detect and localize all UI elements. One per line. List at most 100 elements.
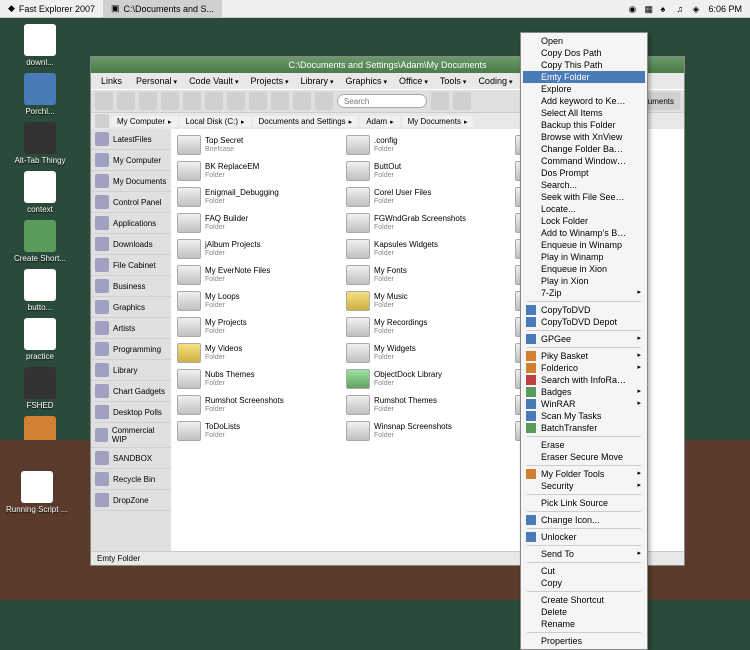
context-menu-item[interactable]: Add keyword to Keybreeze <box>523 95 645 107</box>
sidebar-item[interactable]: SANDBOX <box>91 448 171 469</box>
file-item[interactable]: My RecordingsFolder <box>344 315 511 339</box>
file-item[interactable]: My WidgetsFolder <box>344 341 511 365</box>
context-menu-item[interactable]: Cut <box>523 565 645 577</box>
context-menu-item[interactable]: Copy This Path <box>523 59 645 71</box>
toolbar-button[interactable] <box>249 92 267 110</box>
file-item[interactable]: Rumshot ScreenshotsFolder <box>175 393 342 417</box>
context-menu-item[interactable]: Browse with XnView <box>523 131 645 143</box>
context-menu-item[interactable]: Security▸ <box>523 480 645 492</box>
tray-icon[interactable]: ▦ <box>644 4 654 14</box>
file-item[interactable]: My ProjectsFolder <box>175 315 342 339</box>
context-menu-item[interactable]: Eraser Secure Move <box>523 451 645 463</box>
context-menu-item[interactable]: Erase <box>523 439 645 451</box>
context-menu-item[interactable]: Seek with File Seeker <box>523 191 645 203</box>
menu-item[interactable]: Library▾ <box>294 76 339 86</box>
file-item[interactable]: .configFolder <box>344 133 511 157</box>
context-menu-item[interactable]: Create Shortcut <box>523 594 645 606</box>
menu-item[interactable]: Tools▾ <box>434 76 473 86</box>
search-input[interactable] <box>337 94 427 108</box>
file-item[interactable]: My FontsFolder <box>344 263 511 287</box>
file-item[interactable]: ButtOutFolder <box>344 159 511 183</box>
desktop-icon[interactable]: FSHED <box>0 367 80 410</box>
context-menu-item[interactable]: Add to Winamp's Bookmark list <box>523 227 645 239</box>
sidebar-item[interactable]: File Cabinet <box>91 255 171 276</box>
context-menu-item[interactable]: GPGee▸ <box>523 333 645 345</box>
sidebar-item[interactable]: Graphics <box>91 297 171 318</box>
context-menu-item[interactable]: Open <box>523 35 645 47</box>
context-menu-item[interactable]: Explore <box>523 83 645 95</box>
nav-icon[interactable] <box>95 114 109 128</box>
context-menu-item[interactable]: CopyToDVD <box>523 304 645 316</box>
context-menu-item[interactable]: Locate... <box>523 203 645 215</box>
file-item[interactable]: BK ReplaceEMFolder <box>175 159 342 183</box>
file-item[interactable]: FGWndGrab ScreenshotsFolder <box>344 211 511 235</box>
file-item[interactable]: ToDoListsFolder <box>175 419 342 443</box>
context-menu-item[interactable]: Play in Winamp <box>523 251 645 263</box>
tray-icon[interactable]: ♠ <box>660 4 670 14</box>
sidebar-item[interactable]: Business <box>91 276 171 297</box>
breadcrumb-item[interactable]: My Documents▸ <box>402 116 474 127</box>
toolbar-button[interactable] <box>271 92 289 110</box>
file-item[interactable]: Nubs ThemesFolder <box>175 367 342 391</box>
context-menu-item[interactable]: Piky Basket▸ <box>523 350 645 362</box>
sidebar-item[interactable]: DropZone <box>91 490 171 511</box>
desktop-icon[interactable]: Alt-Tab Thingy <box>0 122 80 165</box>
breadcrumb-item[interactable]: My Computer▸ <box>111 116 178 127</box>
context-menu-item[interactable]: Send To▸ <box>523 548 645 560</box>
sidebar-item[interactable]: Library <box>91 360 171 381</box>
desktop-icon[interactable]: Porchl... <box>0 73 80 116</box>
sidebar-item[interactable]: LatestFiles <box>91 129 171 150</box>
file-item[interactable]: Kapsules WidgetsFolder <box>344 237 511 261</box>
taskbar-app-2[interactable]: ▣ C:\Documents and S... <box>103 0 222 17</box>
file-item[interactable]: Top SecretBriefcase <box>175 133 342 157</box>
context-menu-item[interactable]: My Folder Tools▸ <box>523 468 645 480</box>
sidebar-item[interactable]: Control Panel <box>91 192 171 213</box>
sidebar-item[interactable]: My Computer <box>91 150 171 171</box>
file-item[interactable]: My VideosFolder <box>175 341 342 365</box>
desktop-icon[interactable]: Create Short... <box>0 220 80 263</box>
context-menu-item[interactable]: Copy <box>523 577 645 589</box>
tray-icon[interactable]: ◉ <box>628 4 638 14</box>
file-item[interactable]: ObjectDock LibraryFolder <box>344 367 511 391</box>
context-menu-item[interactable]: Emty Folder <box>523 71 645 83</box>
context-menu-item[interactable]: Search... <box>523 179 645 191</box>
toolbar-button[interactable] <box>315 92 333 110</box>
file-item[interactable]: My LoopsFolder <box>175 289 342 313</box>
toolbar-button[interactable] <box>161 92 179 110</box>
desktop-icon[interactable]: downl... <box>0 24 80 67</box>
forward-button[interactable] <box>117 92 135 110</box>
context-menu-item[interactable]: Unlocker <box>523 531 645 543</box>
file-item[interactable]: Rumshot ThemesFolder <box>344 393 511 417</box>
context-menu-item[interactable]: Scan My Tasks <box>523 410 645 422</box>
context-menu-item[interactable]: Properties <box>523 635 645 647</box>
desktop-icon[interactable]: practice <box>0 318 80 361</box>
breadcrumb-item[interactable]: Documents and Settings▸ <box>253 116 359 127</box>
context-menu-item[interactable]: Badges▸ <box>523 386 645 398</box>
file-item[interactable]: jAlbum ProjectsFolder <box>175 237 342 261</box>
sidebar-item[interactable]: Downloads <box>91 234 171 255</box>
context-menu-item[interactable]: Enqueue in Xion <box>523 263 645 275</box>
file-item[interactable]: My MusicFolder <box>344 289 511 313</box>
menu-item[interactable]: Personal▾ <box>130 76 183 86</box>
toolbar-button[interactable] <box>431 92 449 110</box>
toolbar-button[interactable] <box>453 92 471 110</box>
context-menu-item[interactable]: Delete <box>523 606 645 618</box>
file-item[interactable]: My EverNote FilesFolder <box>175 263 342 287</box>
context-menu-item[interactable]: Folderico▸ <box>523 362 645 374</box>
context-menu-item[interactable]: Select All Items <box>523 107 645 119</box>
context-menu-item[interactable]: Change Icon... <box>523 514 645 526</box>
context-menu-item[interactable]: BatchTransfer <box>523 422 645 434</box>
sidebar-item[interactable]: Recycle Bin <box>91 469 171 490</box>
sidebar-item[interactable]: Commercial WIP <box>91 423 171 448</box>
context-menu-item[interactable]: Search with InfoRapid <box>523 374 645 386</box>
sidebar-item[interactable]: Chart Gadgets <box>91 381 171 402</box>
context-menu-item[interactable]: Pick Link Source <box>523 497 645 509</box>
desktop-icon[interactable]: butto... <box>0 269 80 312</box>
file-item[interactable]: Winsnap ScreenshotsFolder <box>344 419 511 443</box>
menu-item[interactable]: Graphics▾ <box>340 76 394 86</box>
back-button[interactable] <box>95 92 113 110</box>
toolbar-button[interactable] <box>205 92 223 110</box>
sidebar-item[interactable]: Applications <box>91 213 171 234</box>
context-menu-item[interactable]: 7-Zip▸ <box>523 287 645 299</box>
context-menu-item[interactable]: Play in Xion <box>523 275 645 287</box>
